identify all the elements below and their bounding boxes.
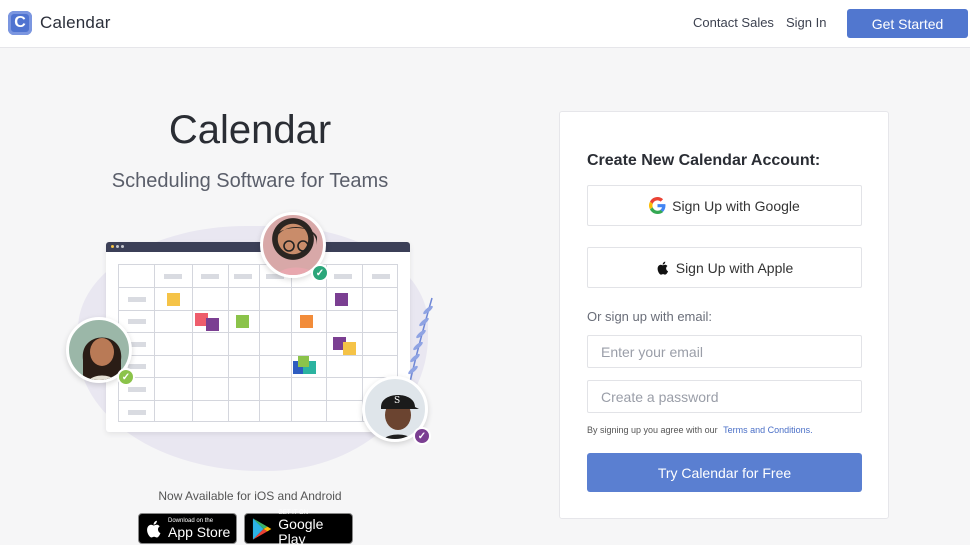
calendar-logo-icon: C xyxy=(8,11,32,35)
apple-icon xyxy=(147,520,161,537)
hero-title: Calendar xyxy=(168,108,332,152)
svg-text:S: S xyxy=(394,396,400,406)
google-signup-button[interactable]: Sign Up with Google xyxy=(587,185,862,226)
brand-logo[interactable]: C Calendar xyxy=(8,11,111,35)
platform-availability-text: Now Available for iOS and Android xyxy=(158,489,342,503)
check-icon: ✓ xyxy=(413,427,431,445)
try-free-button[interactable]: Try Calendar for Free xyxy=(587,453,862,492)
leaf-decoration-icon xyxy=(408,297,433,383)
check-icon: ✓ xyxy=(311,264,329,282)
signup-title: Create New Calendar Account: xyxy=(587,152,821,169)
calendar-illustration: ✓ ✓ S ✓ xyxy=(60,208,450,478)
top-navbar: C Calendar Contact Sales Sign In Get Sta… xyxy=(0,0,970,48)
terms-notice: By signing up you agree with our Terms a… xyxy=(587,425,813,435)
apple-signup-label: Sign Up with Apple xyxy=(675,259,794,276)
google-play-icon xyxy=(252,517,272,540)
calendar-grid xyxy=(118,264,398,422)
get-started-button[interactable]: Get Started xyxy=(847,9,968,38)
google-play-badge[interactable]: GET IT ON Google Play xyxy=(244,510,353,545)
terms-link[interactable]: Terms and Conditions. xyxy=(723,425,813,435)
password-input[interactable] xyxy=(587,380,862,413)
contact-sales-link[interactable]: Contact Sales xyxy=(693,15,774,30)
google-play-big-text: Google Play xyxy=(278,516,324,545)
brand-name: Calendar xyxy=(40,13,111,32)
google-signup-label: Sign Up with Google xyxy=(672,197,800,214)
calendar-header-bar xyxy=(106,242,410,252)
app-store-badge[interactable]: Download on the App Store xyxy=(138,513,237,544)
apple-icon xyxy=(656,260,670,276)
sign-in-link[interactable]: Sign In xyxy=(786,15,826,30)
terms-text: By signing up you agree with our xyxy=(587,425,718,435)
google-icon xyxy=(649,197,666,214)
email-input[interactable] xyxy=(587,335,862,368)
hero-subtitle: Scheduling Software for Teams xyxy=(111,170,389,192)
email-signup-label: Or sign up with email: xyxy=(587,309,712,324)
check-icon: ✓ xyxy=(117,368,135,386)
app-store-big-text: App Store xyxy=(168,523,231,540)
signup-card: Create New Calendar Account: Sign Up wit… xyxy=(559,111,889,519)
apple-signup-button[interactable]: Sign Up with Apple xyxy=(587,247,862,288)
